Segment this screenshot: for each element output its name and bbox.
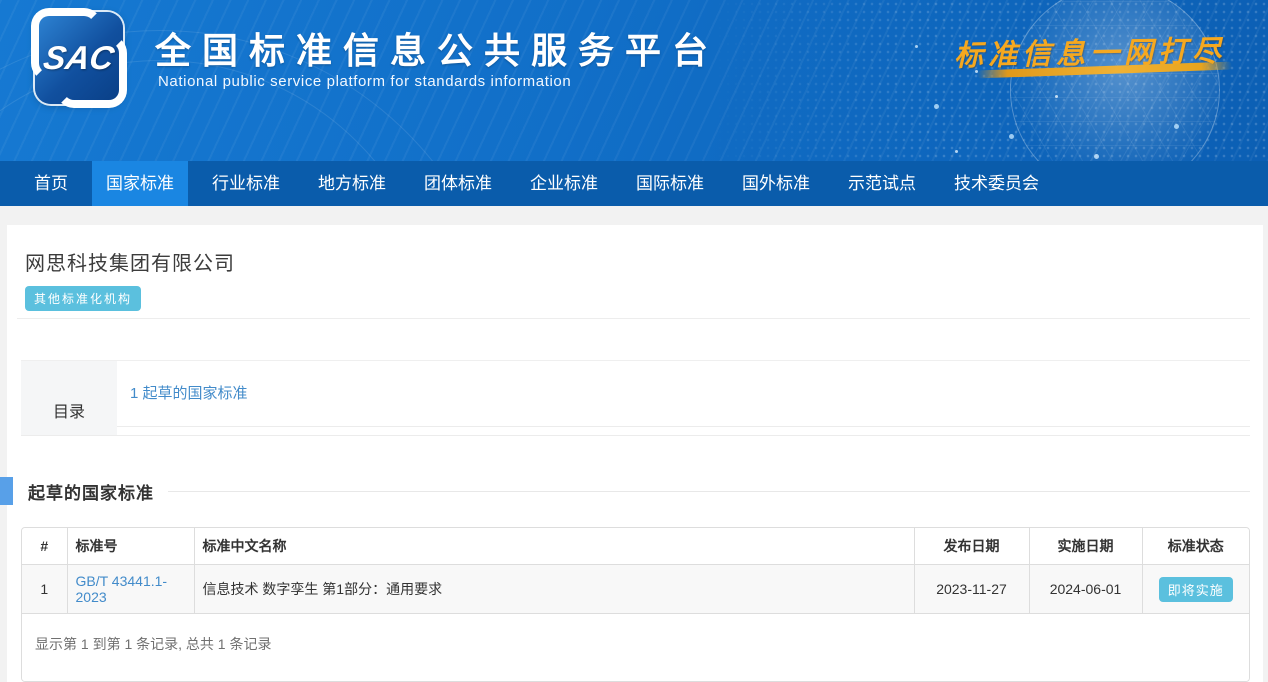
cell-standard-name: 信息技术 数字孪生 第1部分：通用要求 [194, 565, 914, 614]
sac-logo-text: SAC [41, 39, 117, 77]
column-header-index: # [22, 528, 67, 565]
toc-item: 1 起草的国家标准 [117, 361, 1250, 427]
section-accent-bar [0, 477, 13, 505]
nav-item-industry-standards[interactable]: 行业标准 [198, 161, 294, 206]
globe-decoration [1010, 0, 1220, 161]
sparkle-dots-decoration [915, 45, 918, 48]
toc-list: 1 起草的国家标准 [117, 361, 1250, 435]
content-panel: 网思科技集团有限公司 其他标准化机构 目录 1 起草的国家标准 起草的国家标准 … [7, 225, 1263, 682]
main-navbar: 首页 国家标准 行业标准 地方标准 团体标准 企业标准 国际标准 国外标准 示范… [0, 161, 1268, 206]
page-background-gap [0, 206, 1268, 225]
nav-item-technical-committee[interactable]: 技术委员会 [940, 161, 1053, 206]
column-header-standard-name: 标准中文名称 [194, 528, 914, 565]
site-title-zh: 全国标准信息公共服务平台 [155, 22, 719, 74]
toc-box: 目录 1 起草的国家标准 [21, 360, 1250, 436]
table-record-summary: 显示第 1 到第 1 条记录, 总共 1 条记录 [22, 613, 1249, 681]
cell-implement-date: 2024-06-01 [1029, 565, 1142, 614]
site-header: SAC 全国标准信息公共服务平台 National public service… [0, 0, 1268, 161]
nav-item-local-standards[interactable]: 地方标准 [304, 161, 400, 206]
nav-item-international-standards[interactable]: 国际标准 [622, 161, 718, 206]
cell-status: 即将实施 [1142, 565, 1249, 614]
column-header-standard-number: 标准号 [67, 528, 194, 565]
sac-logo[interactable]: SAC [35, 12, 123, 104]
divider [17, 318, 1250, 319]
status-badge: 即将实施 [1159, 577, 1233, 602]
section-title: 起草的国家标准 [28, 479, 154, 504]
nav-item-group-standards[interactable]: 团体标准 [410, 161, 506, 206]
toc-label: 目录 [21, 361, 117, 435]
column-header-status: 标准状态 [1142, 528, 1249, 565]
nav-item-enterprise-standards[interactable]: 企业标准 [516, 161, 612, 206]
cell-standard-number: GB/T 43441.1-2023 [67, 565, 194, 614]
nav-item-home[interactable]: 首页 [20, 161, 82, 206]
cell-publish-date: 2023-11-27 [914, 565, 1029, 614]
organization-name: 网思科技集团有限公司 [25, 247, 1250, 276]
column-header-implement-date: 实施日期 [1029, 528, 1142, 565]
nav-item-pilot-demonstration[interactable]: 示范试点 [834, 161, 930, 206]
organization-header: 网思科技集团有限公司 其他标准化机构 [21, 225, 1250, 311]
column-header-publish-date: 发布日期 [914, 528, 1029, 565]
organization-type-badge: 其他标准化机构 [25, 286, 141, 311]
cell-index: 1 [22, 565, 67, 614]
section-divider-line [168, 491, 1250, 492]
table-row: 1 GB/T 43441.1-2023 信息技术 数字孪生 第1部分：通用要求 … [22, 565, 1249, 614]
standards-table-container: # 标准号 标准中文名称 发布日期 实施日期 标准状态 1 GB/T 43441… [21, 527, 1250, 682]
nav-item-foreign-standards[interactable]: 国外标准 [728, 161, 824, 206]
standard-number-link[interactable]: GB/T 43441.1-2023 [76, 573, 168, 605]
table-header-row: # 标准号 标准中文名称 发布日期 实施日期 标准状态 [22, 528, 1249, 565]
section-header: 起草的国家标准 [21, 477, 1250, 505]
toc-link-drafted-national-standards[interactable]: 1 起草的国家标准 [130, 382, 248, 403]
nav-item-national-standards[interactable]: 国家标准 [92, 161, 188, 206]
standards-table: # 标准号 标准中文名称 发布日期 实施日期 标准状态 1 GB/T 43441… [22, 528, 1249, 613]
site-title-en: National public service platform for sta… [158, 73, 571, 90]
